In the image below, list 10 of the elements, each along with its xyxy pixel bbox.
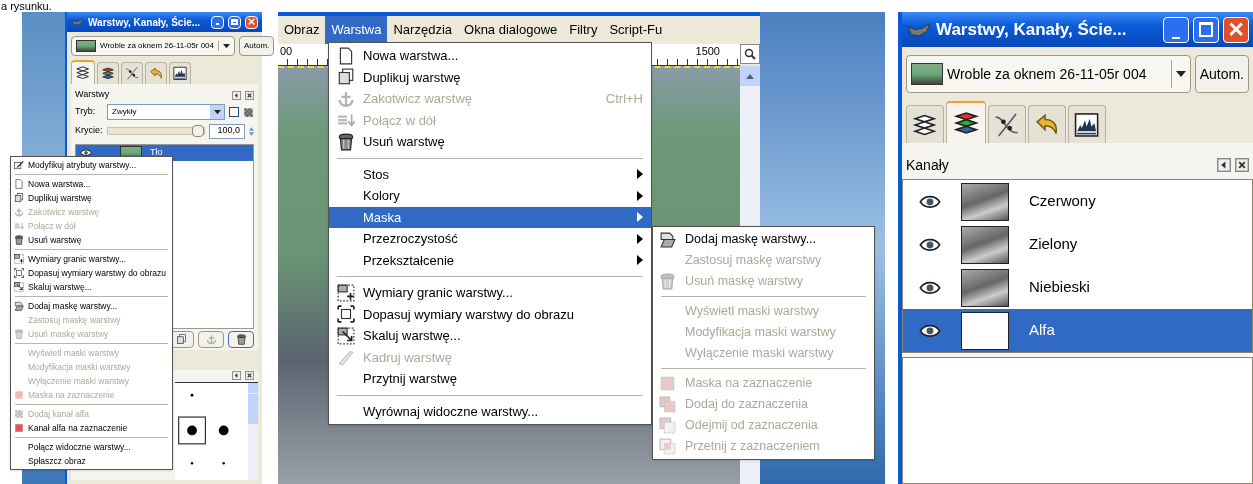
panel-title: Warstwy [75, 88, 110, 102]
window-title: Warstwy, Kanały, Ście... [936, 18, 1128, 41]
panel-title: Kanały [906, 155, 949, 175]
caption: a rysunku. [0, 0, 53, 12]
shortcut-label: Ctrl+H [605, 90, 643, 108]
mode-label: Tryb: [75, 105, 97, 119]
ruler-label: 00 [280, 44, 293, 58]
opacity-label: Krycie: [75, 124, 103, 138]
window-title: Warstwy, Kanały, Ście... [88, 15, 202, 30]
ruler-label: 1500 [695, 44, 720, 58]
